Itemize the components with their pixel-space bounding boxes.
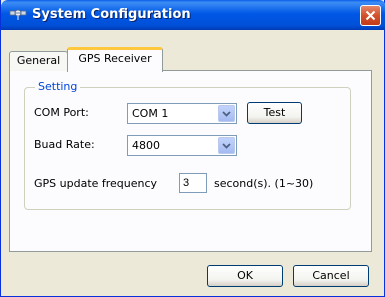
close-button[interactable] — [360, 5, 381, 26]
chevron-down-icon — [222, 110, 231, 117]
update-frequency-unit: second(s). (1~30) — [214, 177, 314, 190]
system-configuration-dialog: System Configuration General GPS Receive… — [0, 0, 385, 297]
com-port-label: COM Port: — [34, 106, 89, 119]
tab-general[interactable]: General — [9, 51, 68, 71]
title-bar[interactable]: System Configuration — [1, 0, 385, 30]
cancel-button[interactable]: Cancel — [293, 265, 369, 287]
close-icon — [365, 10, 376, 21]
tab-gps-receiver[interactable]: GPS Receiver — [67, 47, 163, 72]
satellite-icon — [9, 9, 27, 20]
baud-rate-label: Buad Rate: — [34, 138, 95, 151]
baud-rate-select[interactable]: 4800 — [127, 135, 237, 156]
com-port-select[interactable]: COM 1 — [127, 103, 237, 124]
com-port-dropdown-button[interactable] — [218, 105, 235, 122]
setting-group-label: Setting — [35, 80, 81, 93]
update-frequency-label: GPS update frequency — [34, 177, 158, 190]
chevron-down-icon — [222, 142, 231, 149]
update-frequency-input[interactable] — [179, 173, 207, 193]
baud-rate-value: 4800 — [132, 139, 160, 152]
window-title: System Configuration — [32, 7, 191, 22]
ok-button[interactable]: OK — [207, 265, 283, 287]
test-button[interactable]: Test — [247, 102, 302, 124]
baud-rate-dropdown-button[interactable] — [218, 137, 235, 154]
com-port-value: COM 1 — [132, 107, 169, 120]
